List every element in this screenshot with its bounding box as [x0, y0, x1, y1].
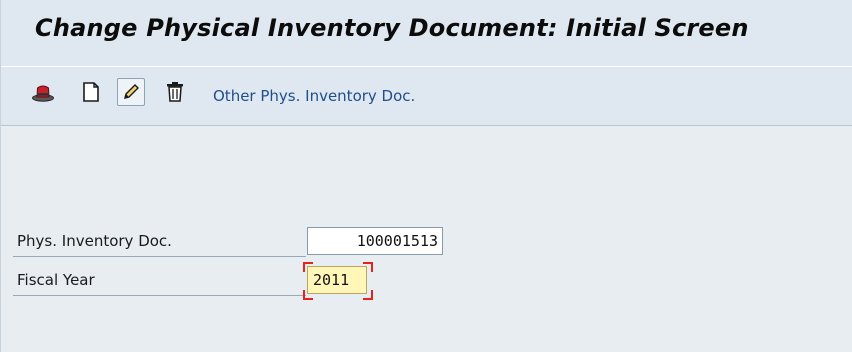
focus-marker [303, 262, 313, 272]
display-button[interactable] [29, 78, 57, 106]
focus-marker [303, 290, 313, 300]
delete-button[interactable] [161, 78, 189, 106]
change-button[interactable] [117, 78, 145, 106]
application-toolbar: Other Phys. Inventory Doc. [1, 67, 852, 126]
fiscal-year-label: Fiscal Year [17, 271, 95, 289]
display-hat-icon [32, 85, 54, 102]
phys-inventory-doc-label: Phys. Inventory Doc. [17, 232, 172, 250]
new-document-icon [83, 82, 99, 102]
label-underline [13, 295, 306, 296]
focus-marker [363, 290, 373, 300]
page-title: Change Physical Inventory Document: Init… [35, 14, 749, 42]
other-phys-inventory-doc-button[interactable]: Other Phys. Inventory Doc. [213, 87, 415, 105]
sap-window: Change Physical Inventory Document: Init… [0, 0, 852, 352]
pencil-icon [124, 84, 139, 99]
phys-inventory-doc-input[interactable]: 100001513 [307, 227, 443, 255]
fiscal-year-input[interactable]: 2011 [307, 266, 367, 294]
title-bar: Change Physical Inventory Document: Init… [1, 0, 852, 67]
trash-icon [167, 82, 183, 102]
focus-marker [363, 262, 373, 272]
create-button[interactable] [77, 78, 105, 106]
selection-area: Phys. Inventory Doc. 100001513 Fiscal Ye… [1, 126, 852, 352]
label-underline [13, 256, 306, 257]
